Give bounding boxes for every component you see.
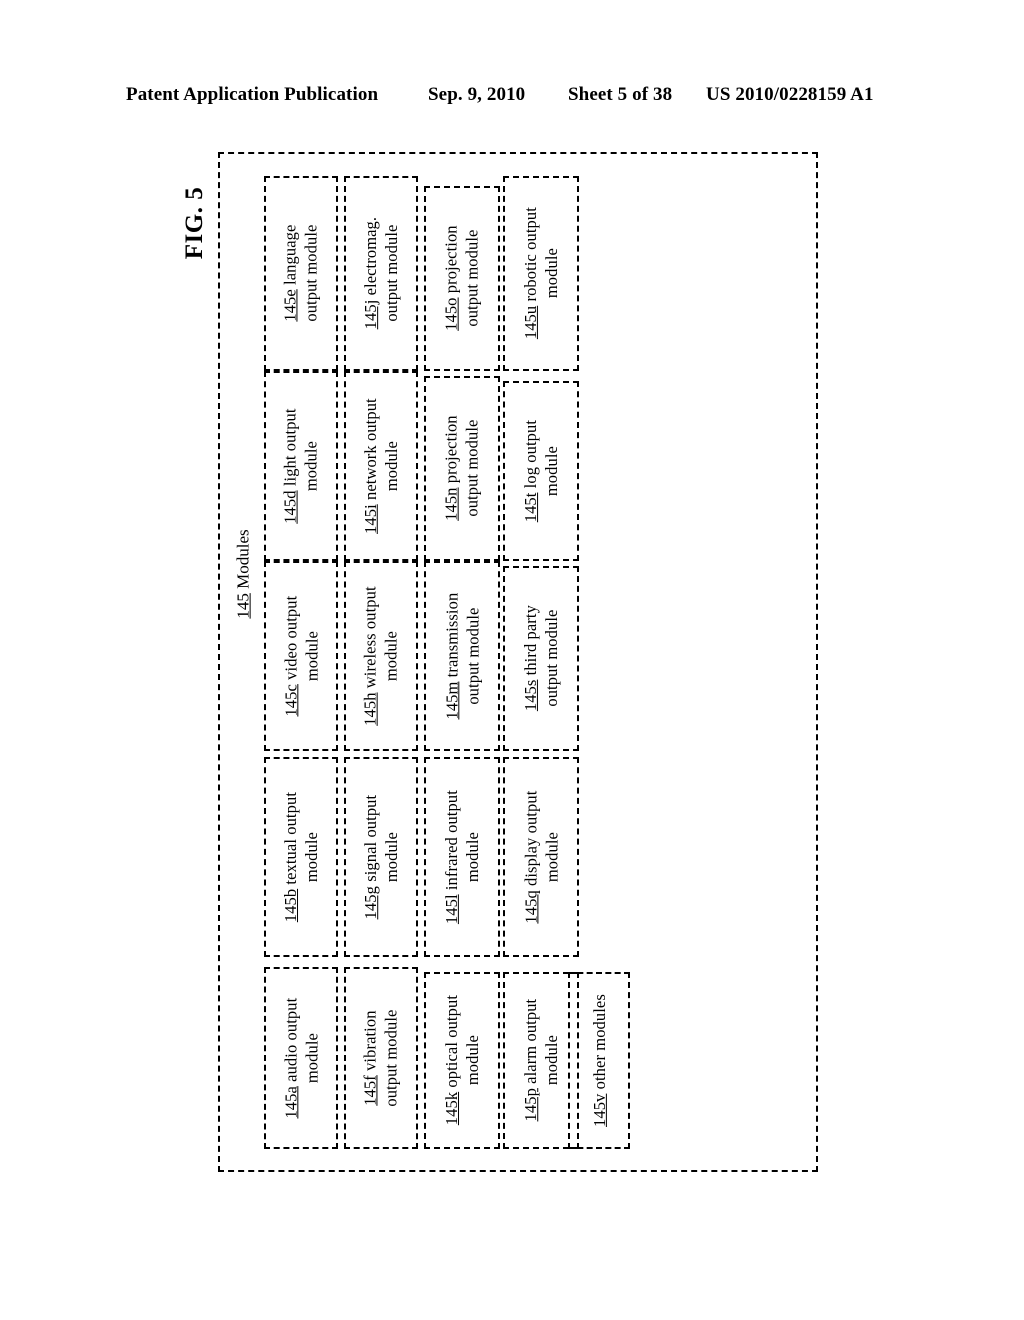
module-box-145n[interactable]: 145n projection output module <box>424 376 500 561</box>
module-box-145h[interactable]: 145h wireless output module <box>344 561 418 751</box>
module-refnum: 145f <box>360 1075 380 1106</box>
module-refnum: 145c <box>280 683 300 717</box>
module-box-145k-label: 145k optical output module <box>441 995 483 1126</box>
module-box-145p-label: 145p alarm output module <box>520 999 561 1122</box>
module-box-145o[interactable]: 145o projection output module <box>424 186 500 371</box>
module-box-145q-label: 145q display output module <box>520 790 561 924</box>
module-box-145a-label: 145a audio output module <box>280 997 321 1119</box>
module-refnum: 145e <box>280 289 300 323</box>
module-box-145l-label: 145l infrared output module <box>441 790 482 924</box>
module-box-145t-label: 145t log output module <box>520 419 561 523</box>
modules-container: 145 Modules 145e language output module 1… <box>218 152 818 1172</box>
module-refnum: 145h <box>360 692 380 726</box>
module-box-145m[interactable]: 145m transmission output module <box>424 561 500 751</box>
module-refnum: 145m <box>441 681 461 720</box>
module-box-145m-label: 145m transmission output module <box>441 592 483 720</box>
module-column-2: 145j electromag. output module 145i netwo… <box>344 154 418 1170</box>
module-box-145i-label: 145i network output module <box>360 398 402 534</box>
module-box-145o-label: 145o projection output module <box>441 225 482 332</box>
module-box-145c-label: 145c video output module <box>280 595 321 717</box>
module-box-145s-label: 145s third party output module <box>520 605 561 712</box>
module-refnum: 145o <box>441 297 461 332</box>
module-refnum: 145i <box>360 504 380 534</box>
module-column-5: 145v other modules <box>568 154 630 1170</box>
module-refnum: 145s <box>520 679 540 712</box>
module-refnum: 145a <box>280 1085 300 1119</box>
modules-container-caption-text: 145 Modules <box>234 529 254 618</box>
module-refnum: 145k <box>441 1092 461 1126</box>
module-box-145i[interactable]: 145i network output module <box>344 371 418 561</box>
module-box-145e-label: 145e language output module <box>280 224 321 323</box>
module-refnum: 145p <box>520 1088 540 1122</box>
module-refnum: 145q <box>520 890 540 924</box>
page-header: Patent Application Publication Sep. 9, 2… <box>0 84 1024 114</box>
module-box-145d-label: 145d light output module <box>280 408 322 524</box>
module-box-145d[interactable]: 145d light output module <box>264 371 338 561</box>
module-refnum: 145d <box>280 490 300 524</box>
module-box-145j[interactable]: 145j electromag. output module <box>344 176 418 371</box>
figure-label-text: FIG. 5 <box>180 186 208 260</box>
module-refnum: 145g <box>360 885 380 920</box>
module-refnum: 145b <box>280 888 300 923</box>
module-box-145g-label: 145g signal output module <box>360 794 402 920</box>
module-box-145n-label: 145n projection output module <box>441 415 482 522</box>
module-refnum: 145n <box>441 487 461 522</box>
module-box-145b-label: 145b textual output module <box>280 791 322 923</box>
document-number: US 2010/0228159 A1 <box>706 84 874 105</box>
module-box-145b[interactable]: 145b textual output module <box>264 757 338 957</box>
module-refnum: 145u <box>520 306 540 340</box>
module-refnum: 145v <box>589 1093 609 1127</box>
modules-container-refnum: 145 <box>234 593 253 619</box>
module-box-145j-label: 145j electromag. output module <box>360 217 402 330</box>
module-box-145h-label: 145h wireless output module <box>360 586 401 726</box>
module-box-145k[interactable]: 145k optical output module <box>424 972 500 1149</box>
module-box-145u-label: 145u robotic output module <box>520 207 561 340</box>
module-refnum: 145j <box>360 300 380 330</box>
publication-date: Sep. 9, 2010 <box>428 84 526 105</box>
module-box-145f-label: 145f vibration output module <box>360 1009 401 1107</box>
module-box-145f[interactable]: 145f vibration output module <box>344 967 418 1149</box>
modules-container-title: Modules <box>234 529 253 589</box>
publication-title: Patent Application Publication <box>126 84 379 105</box>
sheet-number: Sheet 5 of 38 <box>568 84 673 105</box>
module-box-145g[interactable]: 145g signal output module <box>344 757 418 957</box>
module-box-145l[interactable]: 145l infrared output module <box>424 757 500 957</box>
module-box-145a[interactable]: 145a audio output module <box>264 967 338 1149</box>
module-refnum: 145t <box>520 492 540 523</box>
module-box-145v[interactable]: 145v other modules <box>568 972 630 1149</box>
module-column-3: 145o projection output module 145n projec… <box>424 154 500 1170</box>
module-box-145e[interactable]: 145e language output module <box>264 176 338 371</box>
module-refnum: 145l <box>441 894 461 924</box>
module-box-145c[interactable]: 145c video output module <box>264 561 338 751</box>
module-column-1: 145e language output module 145d light ou… <box>264 154 338 1170</box>
module-box-145v-label: 145v other modules <box>589 994 609 1127</box>
